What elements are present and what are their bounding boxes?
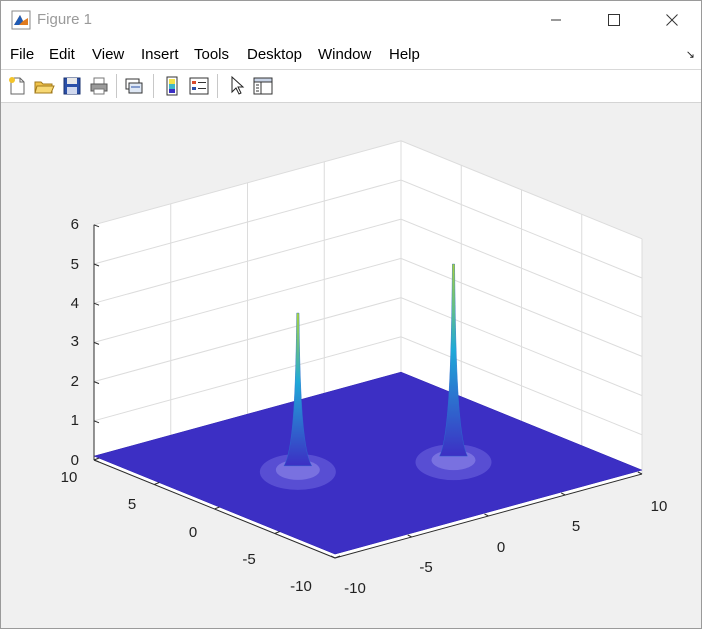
menu-tools[interactable]: Tools — [194, 46, 229, 63]
title-bar[interactable]: Figure 1 — [1, 1, 701, 39]
x-tick-label: -5 — [242, 551, 255, 568]
z-tick-label: 1 — [71, 412, 79, 429]
menu-bar: File Edit View Insert Tools Desktop Wind… — [1, 39, 701, 70]
x-tick-label: 10 — [61, 469, 78, 486]
y-tick-label: -5 — [419, 559, 432, 576]
z-tick-label: 3 — [71, 333, 79, 350]
toolbar-separator — [153, 74, 154, 98]
menu-insert[interactable]: Insert — [141, 46, 179, 63]
edit-plot-icon[interactable] — [226, 75, 248, 97]
open-file-icon[interactable] — [33, 75, 55, 97]
menu-view[interactable]: View — [92, 46, 124, 63]
minimize-button[interactable] — [533, 1, 579, 39]
x-tick-label: 0 — [189, 524, 197, 541]
window-title: Figure 1 — [37, 11, 93, 28]
z-tick-label: 5 — [71, 256, 79, 273]
matlab-logo-icon — [11, 10, 31, 30]
z-tick-label: 6 — [71, 216, 79, 233]
figure-window: Figure 1 File Edit View Insert Tools Des… — [0, 0, 702, 629]
close-icon — [666, 14, 678, 26]
print-icon[interactable] — [88, 75, 110, 97]
toolbar-separator — [217, 74, 218, 98]
figure-canvas[interactable]: 0 1 2 3 4 5 6 10 5 0 -5 -10 -10 -5 0 5 1… — [1, 103, 701, 628]
z-tick-label: 0 — [71, 452, 79, 469]
figure-toolbar — [1, 70, 701, 103]
toolbar-separator — [116, 74, 117, 98]
minimize-icon — [551, 19, 561, 21]
dock-arrow-icon[interactable]: ↘ — [686, 48, 695, 61]
menu-file[interactable]: File — [10, 46, 34, 63]
property-inspector-icon[interactable] — [252, 75, 274, 97]
close-button[interactable] — [649, 1, 695, 39]
insert-legend-icon[interactable] — [188, 75, 210, 97]
y-tick-label: 0 — [497, 539, 505, 556]
maximize-icon — [608, 14, 620, 26]
save-icon[interactable] — [61, 75, 83, 97]
y-tick-label: 10 — [651, 498, 668, 515]
y-tick-label: -10 — [344, 580, 366, 597]
x-tick-label: 5 — [128, 496, 136, 513]
menu-edit[interactable]: Edit — [49, 46, 75, 63]
menu-help[interactable]: Help — [389, 46, 420, 63]
z-tick-labels: 0 1 2 3 4 5 6 — [71, 216, 79, 469]
new-figure-icon[interactable] — [6, 75, 28, 97]
menu-window[interactable]: Window — [318, 46, 371, 63]
menu-desktop[interactable]: Desktop — [247, 46, 302, 63]
z-tick-label: 2 — [71, 373, 79, 390]
surface-plot[interactable]: 0 1 2 3 4 5 6 10 5 0 -5 -10 -10 -5 0 5 1… — [1, 103, 701, 628]
link-plot-icon[interactable] — [123, 75, 145, 97]
maximize-button[interactable] — [591, 1, 637, 39]
y-tick-label: 5 — [572, 518, 580, 535]
x-tick-label: -10 — [290, 578, 312, 595]
z-tick-label: 4 — [71, 295, 79, 312]
insert-colorbar-icon[interactable] — [161, 75, 183, 97]
